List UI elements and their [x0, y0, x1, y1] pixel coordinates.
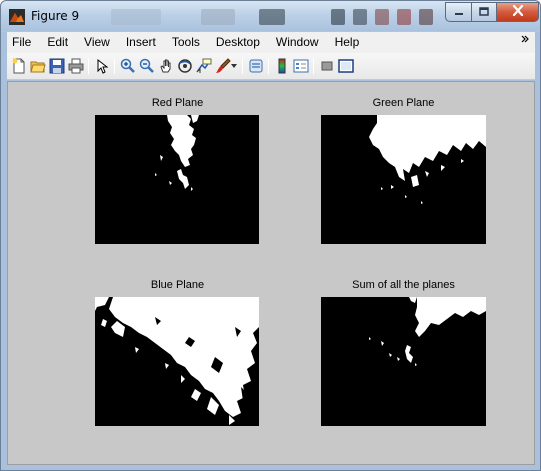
- minimize-button[interactable]: [445, 2, 472, 22]
- figure-canvas: Red Plane Green Plane Blue Plane Sum of …: [7, 81, 535, 465]
- plot-red-plane[interactable]: [95, 115, 259, 244]
- colorbar-icon[interactable]: [273, 57, 291, 75]
- pan-hand-icon[interactable]: [157, 57, 175, 75]
- taskbar-blur: [201, 9, 235, 25]
- taskbar-blur: [375, 9, 389, 25]
- plot-title-red-plane: Red Plane: [151, 97, 204, 109]
- plot-title-green-plane: Green Plane: [372, 97, 435, 109]
- plot-title-blue-plane: Blue Plane: [150, 279, 205, 291]
- print-icon[interactable]: [67, 57, 85, 75]
- close-button[interactable]: [496, 2, 539, 22]
- hide-plot-tools-icon[interactable]: [318, 57, 336, 75]
- taskbar-blur: [353, 9, 367, 25]
- menu-help[interactable]: Help: [327, 32, 368, 53]
- pointer-icon[interactable]: [93, 57, 111, 75]
- menu-window[interactable]: Window: [268, 32, 327, 53]
- new-figure-icon[interactable]: [10, 57, 28, 75]
- toolbar-separator: [242, 58, 243, 74]
- window-title: Figure 9: [31, 9, 80, 23]
- figure-window: Figure 9 File Edit View Insert Tools Des…: [0, 0, 541, 471]
- zoom-out-icon[interactable]: [138, 57, 156, 75]
- zoom-in-icon[interactable]: [119, 57, 137, 75]
- menu-tools[interactable]: Tools: [164, 32, 208, 53]
- taskbar-blur: [259, 9, 285, 25]
- menu-insert[interactable]: Insert: [118, 32, 164, 53]
- menu-bar: File Edit View Insert Tools Desktop Wind…: [7, 32, 535, 53]
- figure-toolbar: [7, 53, 535, 80]
- close-icon: [512, 4, 524, 19]
- menu-edit[interactable]: Edit: [39, 32, 76, 53]
- red-plane-image: [155, 115, 199, 191]
- menu-file[interactable]: File: [7, 32, 39, 53]
- show-plot-tools-icon[interactable]: [337, 57, 355, 75]
- taskbar-blur: [419, 9, 433, 25]
- toolbar-separator: [313, 58, 314, 74]
- title-bar[interactable]: Figure 9: [1, 1, 540, 31]
- menu-desktop[interactable]: Desktop: [208, 32, 268, 53]
- plot-title-sum-planes: Sum of all the planes: [352, 279, 455, 291]
- chevron-icon[interactable]: [521, 34, 529, 47]
- matlab-figure-icon: [9, 9, 25, 25]
- toolbar-separator: [268, 58, 269, 74]
- plot-green-plane[interactable]: [321, 115, 486, 244]
- link-plot-icon[interactable]: [247, 57, 265, 75]
- toolbar-separator: [88, 58, 89, 74]
- brush-dropdown-icon[interactable]: [230, 57, 238, 75]
- maximize-icon: [479, 5, 489, 19]
- plot-blue-plane[interactable]: [95, 297, 259, 426]
- toolbar-separator: [114, 58, 115, 74]
- open-file-icon[interactable]: [29, 57, 47, 75]
- taskbar-blur: [331, 9, 345, 25]
- sum-planes-image: [369, 297, 486, 366]
- data-cursor-icon[interactable]: [195, 57, 213, 75]
- green-plane-image: [369, 115, 486, 204]
- rotate-3d-icon[interactable]: [176, 57, 194, 75]
- taskbar-blur: [397, 9, 411, 25]
- maximize-button[interactable]: [471, 2, 497, 22]
- plot-sum-planes[interactable]: [321, 297, 486, 426]
- minimize-icon: [454, 5, 464, 19]
- menu-view[interactable]: View: [76, 32, 118, 53]
- legend-icon[interactable]: [292, 57, 310, 75]
- taskbar-blur: [111, 9, 161, 25]
- blue-plane-image: [95, 297, 259, 425]
- save-icon[interactable]: [48, 57, 66, 75]
